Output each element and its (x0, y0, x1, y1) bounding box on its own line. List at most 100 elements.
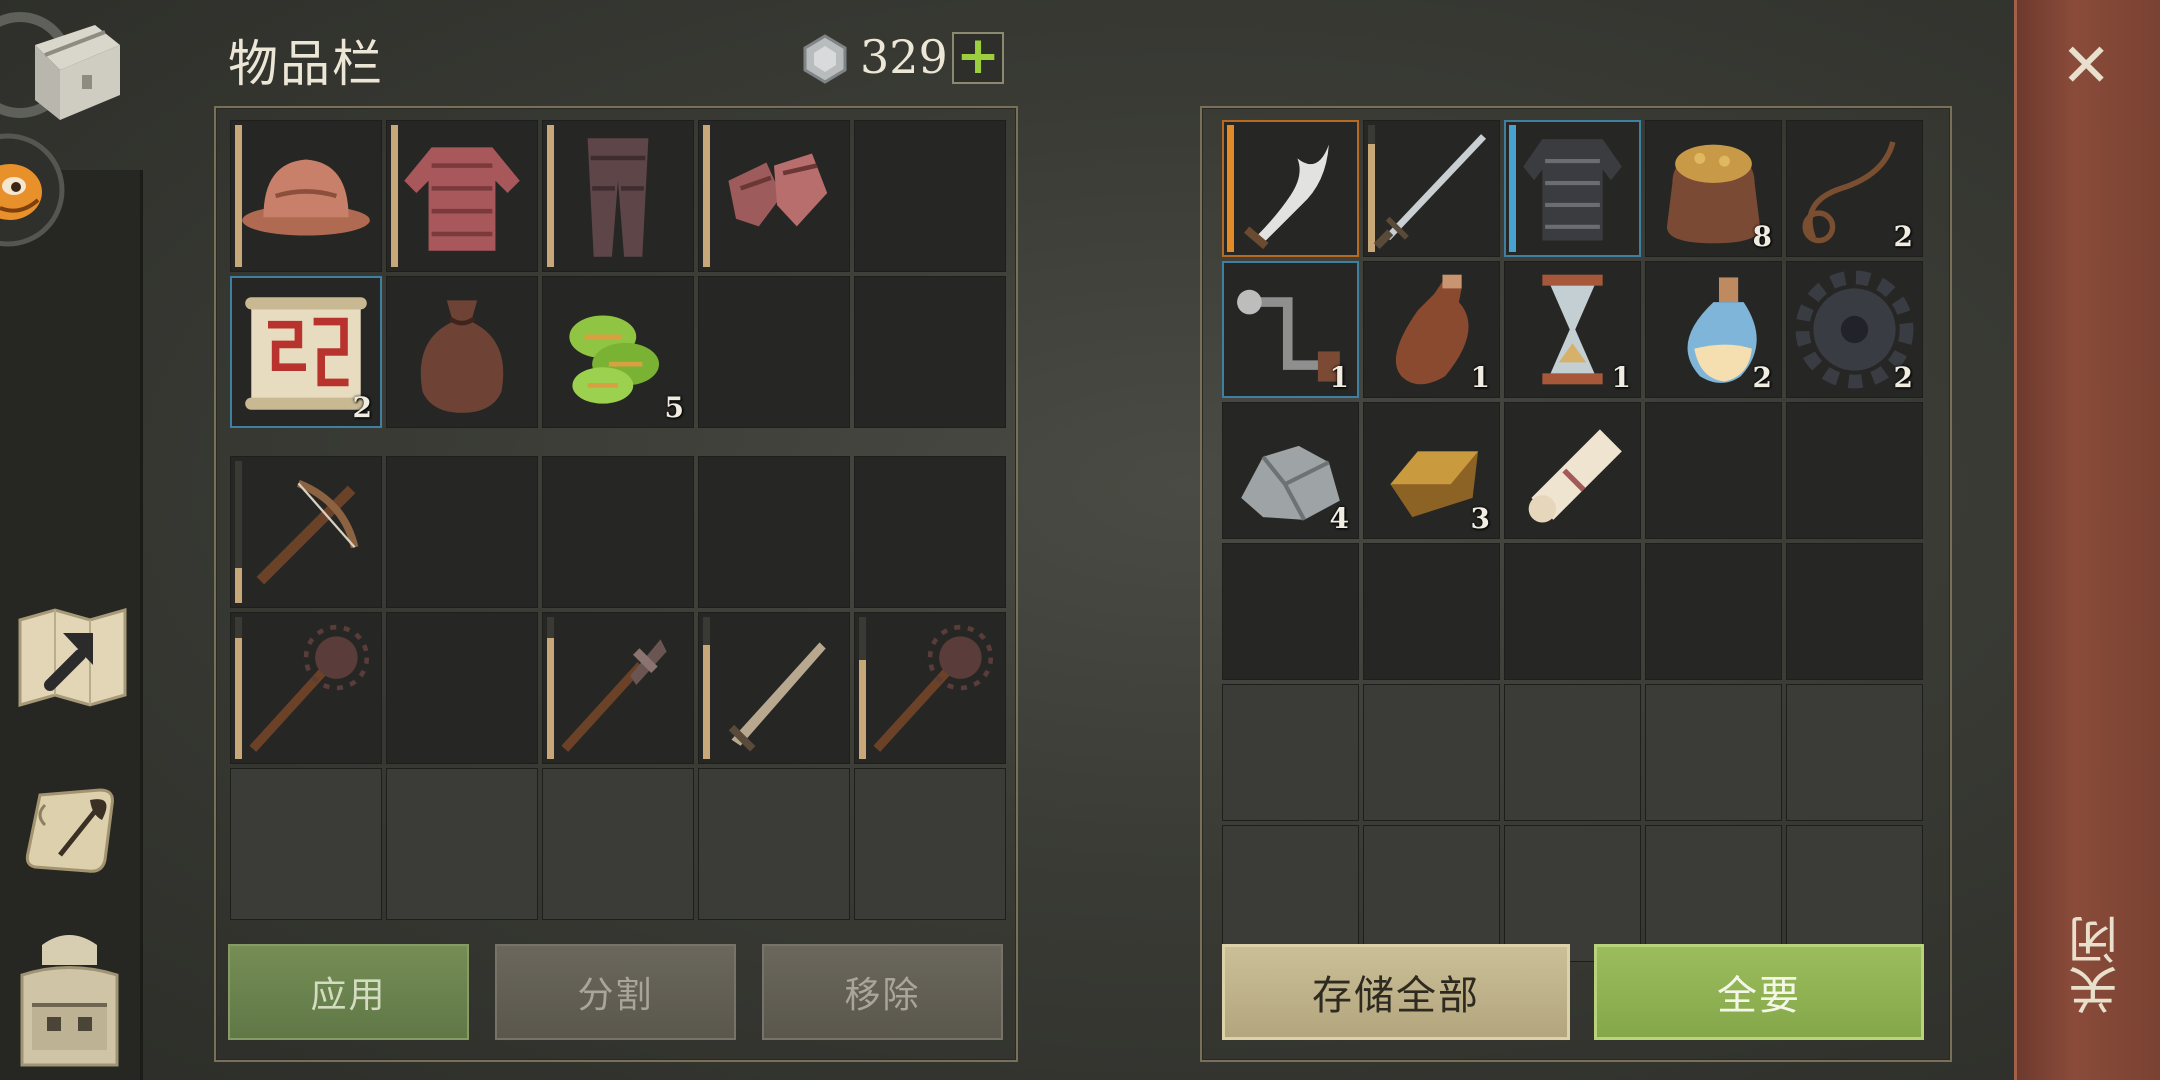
empty-slot[interactable] (698, 456, 850, 608)
item-slot[interactable]: 2 (1786, 120, 1923, 257)
longsword-icon (1373, 134, 1487, 249)
item-quantity: 2 (1893, 361, 1913, 394)
close-icon[interactable]: ✕ (2061, 36, 2111, 96)
locked-slot (1504, 684, 1641, 821)
item-quantity: 2 (1752, 361, 1772, 394)
empty-slot[interactable] (1786, 543, 1923, 680)
empty-slot[interactable] (1363, 543, 1500, 680)
item-slot[interactable] (698, 120, 850, 272)
empty-slot[interactable] (698, 276, 850, 428)
locked-slot (1645, 684, 1782, 821)
plus-icon: + (956, 26, 1000, 86)
item-slot[interactable] (386, 276, 538, 428)
chainmail-gloves-icon (728, 153, 828, 227)
locked-slot (854, 768, 1006, 920)
weapon-grid (230, 456, 1006, 920)
helmet-icon (242, 159, 370, 236)
item-slot[interactable] (386, 120, 538, 272)
chest-icon[interactable] (0, 0, 130, 140)
item-quantity: 1 (1611, 361, 1631, 394)
empty-slot[interactable] (542, 456, 694, 608)
item-quantity: 1 (1329, 361, 1349, 394)
crossbow-icon (256, 479, 359, 585)
empty-slot[interactable] (1504, 543, 1641, 680)
inventory-title: 物品栏 (228, 35, 384, 93)
inventory-grid-top: 25 (230, 120, 1006, 428)
chainmail-leggings-icon (587, 138, 649, 257)
quest-creature-icon[interactable] (0, 130, 70, 250)
item-slot[interactable] (230, 120, 382, 272)
locked-slot (1786, 684, 1923, 821)
locked-slot (542, 768, 694, 920)
empty-slot[interactable] (1645, 543, 1782, 680)
mace-icon (873, 624, 994, 752)
item-slot[interactable] (230, 456, 382, 608)
store-all-button[interactable]: 存储全部 (1222, 944, 1570, 1040)
close-label[interactable]: 关闭 (2061, 915, 2126, 1015)
locked-slot (230, 768, 382, 920)
locked-slot (1363, 825, 1500, 962)
locked-slot (1786, 825, 1923, 962)
scale-armor-icon (1523, 139, 1622, 241)
locked-slot (1222, 684, 1359, 821)
item-quantity: 2 (352, 391, 372, 424)
item-slot[interactable] (230, 612, 382, 764)
empty-slot[interactable] (1222, 543, 1359, 680)
item-quantity: 5 (664, 391, 684, 424)
item-slot[interactable] (854, 612, 1006, 764)
item-slot[interactable] (1504, 402, 1641, 539)
item-slot[interactable] (1504, 120, 1641, 257)
locked-slot (698, 768, 850, 920)
item-slot[interactable]: 1 (1363, 261, 1500, 398)
item-slot[interactable]: 1 (1504, 261, 1641, 398)
quest-scroll-icon[interactable] (20, 775, 125, 880)
item-slot[interactable]: 1 (1222, 261, 1359, 398)
remove-button[interactable]: 移除 (762, 944, 1003, 1040)
split-button[interactable]: 分割 (495, 944, 736, 1040)
chainmail-shirt-icon (404, 147, 520, 251)
empty-slot[interactable] (854, 276, 1006, 428)
item-slot[interactable]: 2 (1645, 261, 1782, 398)
sword-icon (728, 642, 826, 752)
storage-grid: 8 2 1 1 1 2 2 4 3 (1222, 120, 1923, 962)
empty-slot[interactable] (386, 456, 538, 608)
paper-scroll-icon (1528, 429, 1622, 523)
backpack-icon[interactable] (12, 925, 127, 1075)
item-slot[interactable] (698, 612, 850, 764)
item-slot[interactable]: 2 (1786, 261, 1923, 398)
locked-slot (386, 768, 538, 920)
empty-slot[interactable] (386, 612, 538, 764)
item-slot[interactable]: 4 (1222, 402, 1359, 539)
locked-slot (1222, 825, 1359, 962)
empty-slot[interactable] (854, 120, 1006, 272)
item-slot[interactable]: 5 (542, 276, 694, 428)
empty-slot[interactable] (1645, 402, 1782, 539)
locked-slot (1363, 684, 1500, 821)
item-quantity: 4 (1329, 502, 1349, 535)
crafting-map-icon[interactable] (15, 605, 130, 710)
locked-slot (1645, 825, 1782, 962)
add-currency-button[interactable]: + (952, 26, 1004, 86)
empty-slot[interactable] (854, 456, 1006, 608)
item-quantity: 2 (1893, 220, 1913, 253)
item-slot[interactable] (1222, 120, 1359, 257)
item-quantity: 1 (1470, 361, 1490, 394)
flanged-mace-icon (561, 639, 667, 752)
locked-slot (1504, 825, 1641, 962)
item-slot[interactable] (542, 612, 694, 764)
item-slot[interactable] (542, 120, 694, 272)
take-all-button[interactable]: 全要 (1594, 944, 1924, 1040)
curved-dagger-icon (1243, 144, 1329, 250)
item-slot[interactable]: 2 (230, 276, 382, 428)
apply-button[interactable]: 应用 (228, 944, 469, 1040)
currency-amount: 329 (860, 30, 948, 84)
close-panel[interactable]: ✕ 关闭 (2014, 0, 2160, 1080)
item-slot[interactable]: 8 (1645, 120, 1782, 257)
item-quantity: 8 (1752, 220, 1772, 253)
item-slot[interactable]: 3 (1363, 402, 1500, 539)
item-slot[interactable] (1363, 120, 1500, 257)
silver-coin-icon (800, 34, 850, 84)
empty-slot[interactable] (1786, 402, 1923, 539)
leather-bag-icon (420, 300, 504, 413)
item-quantity: 3 (1470, 502, 1490, 535)
